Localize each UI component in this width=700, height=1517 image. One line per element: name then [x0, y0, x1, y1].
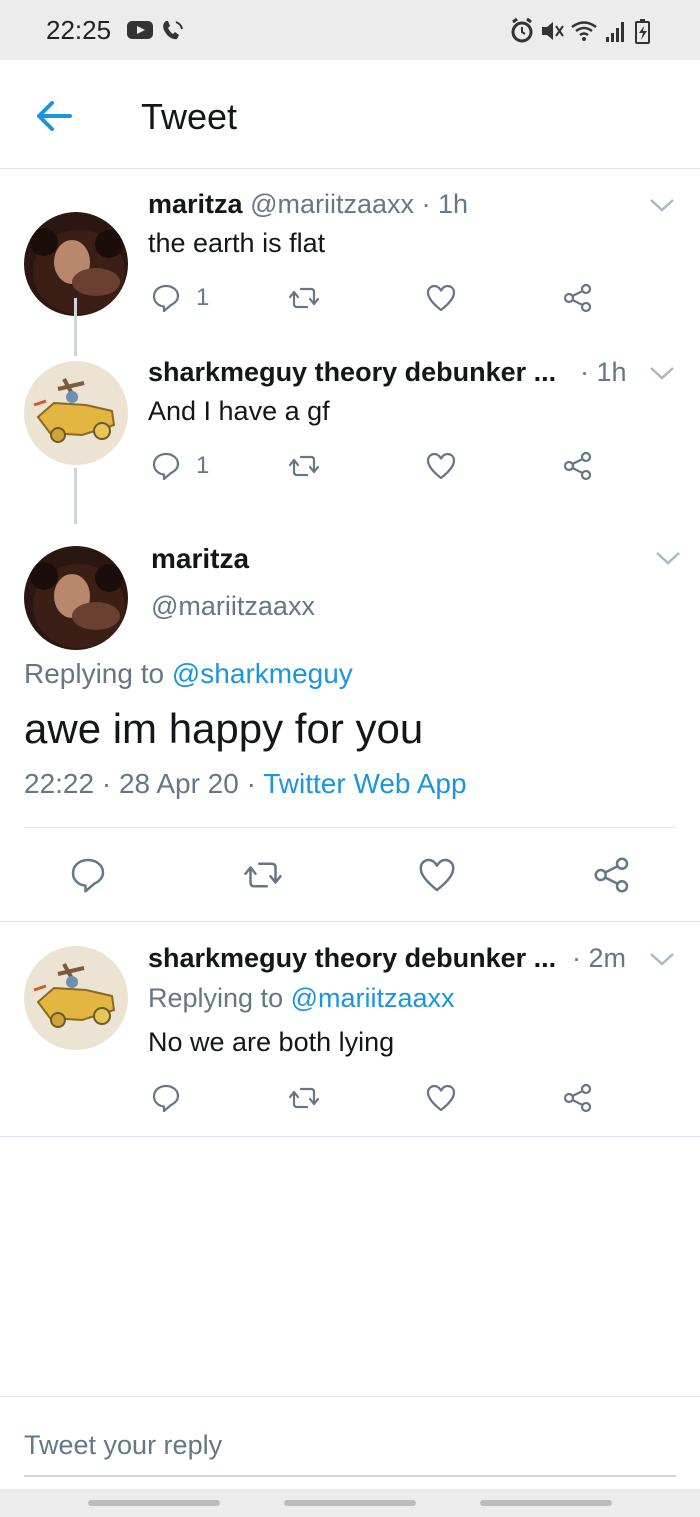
thread-connector	[74, 298, 77, 356]
like-button[interactable]	[425, 449, 457, 483]
composer-divider	[0, 1396, 700, 1397]
mute-icon	[542, 22, 564, 40]
retweet-button[interactable]	[288, 1081, 320, 1115]
author-name[interactable]: maritza	[151, 543, 249, 575]
status-time: 22:25	[46, 15, 112, 45]
author-handle[interactable]: @mariitzaaxx	[151, 591, 315, 622]
divider	[0, 921, 700, 922]
retweet-icon	[288, 1087, 320, 1109]
heart-icon	[426, 1084, 456, 1112]
like-button[interactable]	[425, 1081, 457, 1115]
share-button[interactable]	[562, 1081, 594, 1115]
divider	[24, 827, 676, 828]
tweet-header: maritza @mariitzaaxx · 1h	[148, 189, 468, 220]
tweet-text: awe im happy for you	[24, 705, 424, 752]
reply-count: 1	[196, 452, 210, 479]
nav-recents-button[interactable]	[88, 1500, 220, 1506]
tweet-time: · 1h	[580, 357, 627, 387]
battery-charging-icon	[635, 19, 650, 44]
tweet-header: sharkmeguy theory debunker ...	[148, 943, 556, 974]
tweet-header: sharkmeguy theory debunker ...	[148, 357, 556, 388]
share-button[interactable]	[562, 281, 594, 315]
tweet-time: · 1h	[421, 189, 469, 219]
reply-icon	[71, 858, 105, 893]
avatar-sharkmeguy	[24, 361, 128, 465]
reply-button[interactable]: 1	[150, 449, 209, 483]
chevron-down-icon[interactable]	[648, 364, 676, 382]
reply-icon	[152, 284, 180, 313]
back-button[interactable]	[30, 94, 78, 138]
reply-input[interactable]	[24, 1415, 676, 1477]
signal-icon	[606, 22, 624, 42]
heart-icon	[419, 858, 455, 892]
share-icon	[563, 451, 592, 481]
like-button[interactable]	[417, 855, 457, 895]
replying-to-label: Replying to	[24, 658, 165, 689]
tweet-text: the earth is flat	[148, 228, 326, 258]
author-name[interactable]: sharkmeguy theory debunker ...	[148, 943, 556, 973]
reply-button[interactable]	[150, 1081, 182, 1115]
chevron-down-icon[interactable]	[648, 950, 676, 968]
tweet-text: And I have a gf	[148, 396, 330, 426]
author-name[interactable]: maritza	[148, 189, 243, 219]
retweet-button[interactable]	[243, 855, 283, 895]
share-icon	[563, 283, 592, 313]
heart-icon	[426, 284, 456, 312]
reply-icon	[152, 452, 180, 481]
tweet-text: No we are both lying	[148, 1027, 395, 1057]
reply-button[interactable]	[68, 855, 108, 895]
replying-to: Replying to @mariitzaaxx	[148, 983, 455, 1014]
author-name[interactable]: sharkmeguy theory debunker ...	[148, 357, 556, 387]
reply-count: 1	[196, 284, 210, 311]
tweet-time: · 2m	[572, 943, 626, 973]
replying-to-mention[interactable]: @mariitzaaxx	[291, 983, 455, 1013]
nav-back-button[interactable]	[480, 1500, 612, 1506]
reply-icon	[152, 1084, 180, 1113]
avatar-maritza	[24, 546, 128, 650]
system-nav-bar	[0, 1489, 700, 1517]
phone-icon	[163, 21, 183, 40]
avatar[interactable]	[24, 546, 128, 650]
like-button[interactable]	[425, 281, 457, 315]
share-icon	[594, 857, 629, 893]
alarm-icon	[511, 17, 533, 43]
tweet-timestamp: 22:22 · 28 Apr 20 · Twitter Web App	[24, 768, 467, 800]
chevron-down-icon[interactable]	[654, 549, 682, 567]
wifi-icon	[571, 21, 597, 41]
author-handle[interactable]: @mariitzaaxx	[250, 189, 414, 219]
divider	[0, 1136, 700, 1137]
page-title: Tweet	[141, 96, 238, 137]
share-button[interactable]	[592, 855, 632, 895]
youtube-icon	[127, 21, 153, 39]
status-bar: 22:25	[0, 0, 700, 60]
replying-to-mention[interactable]: @sharkmeguy	[172, 658, 353, 689]
avatar[interactable]	[24, 361, 128, 465]
avatar-sharkmeguy	[24, 946, 128, 1050]
tweet-source[interactable]: Twitter Web App	[263, 768, 466, 799]
heart-icon	[426, 452, 456, 480]
share-button[interactable]	[562, 449, 594, 483]
retweet-button[interactable]	[288, 449, 320, 483]
thread-connector	[74, 468, 77, 524]
replying-to-label: Replying to	[148, 983, 284, 1013]
retweet-button[interactable]	[288, 281, 320, 315]
status-icons-right	[511, 17, 650, 44]
nav-home-button[interactable]	[284, 1500, 416, 1506]
arrow-left-icon[interactable]	[30, 94, 78, 138]
avatar[interactable]	[24, 946, 128, 1050]
retweet-icon	[288, 287, 320, 309]
replying-to: Replying to @sharkmeguy	[24, 658, 353, 690]
reply-button[interactable]: 1	[150, 281, 209, 315]
share-icon	[563, 1083, 592, 1113]
retweet-icon	[288, 455, 320, 477]
app-header: Tweet	[0, 60, 700, 169]
chevron-down-icon[interactable]	[648, 196, 676, 214]
tweet-datetime: 22:22 · 28 Apr 20 ·	[24, 768, 264, 799]
retweet-icon	[244, 862, 282, 888]
